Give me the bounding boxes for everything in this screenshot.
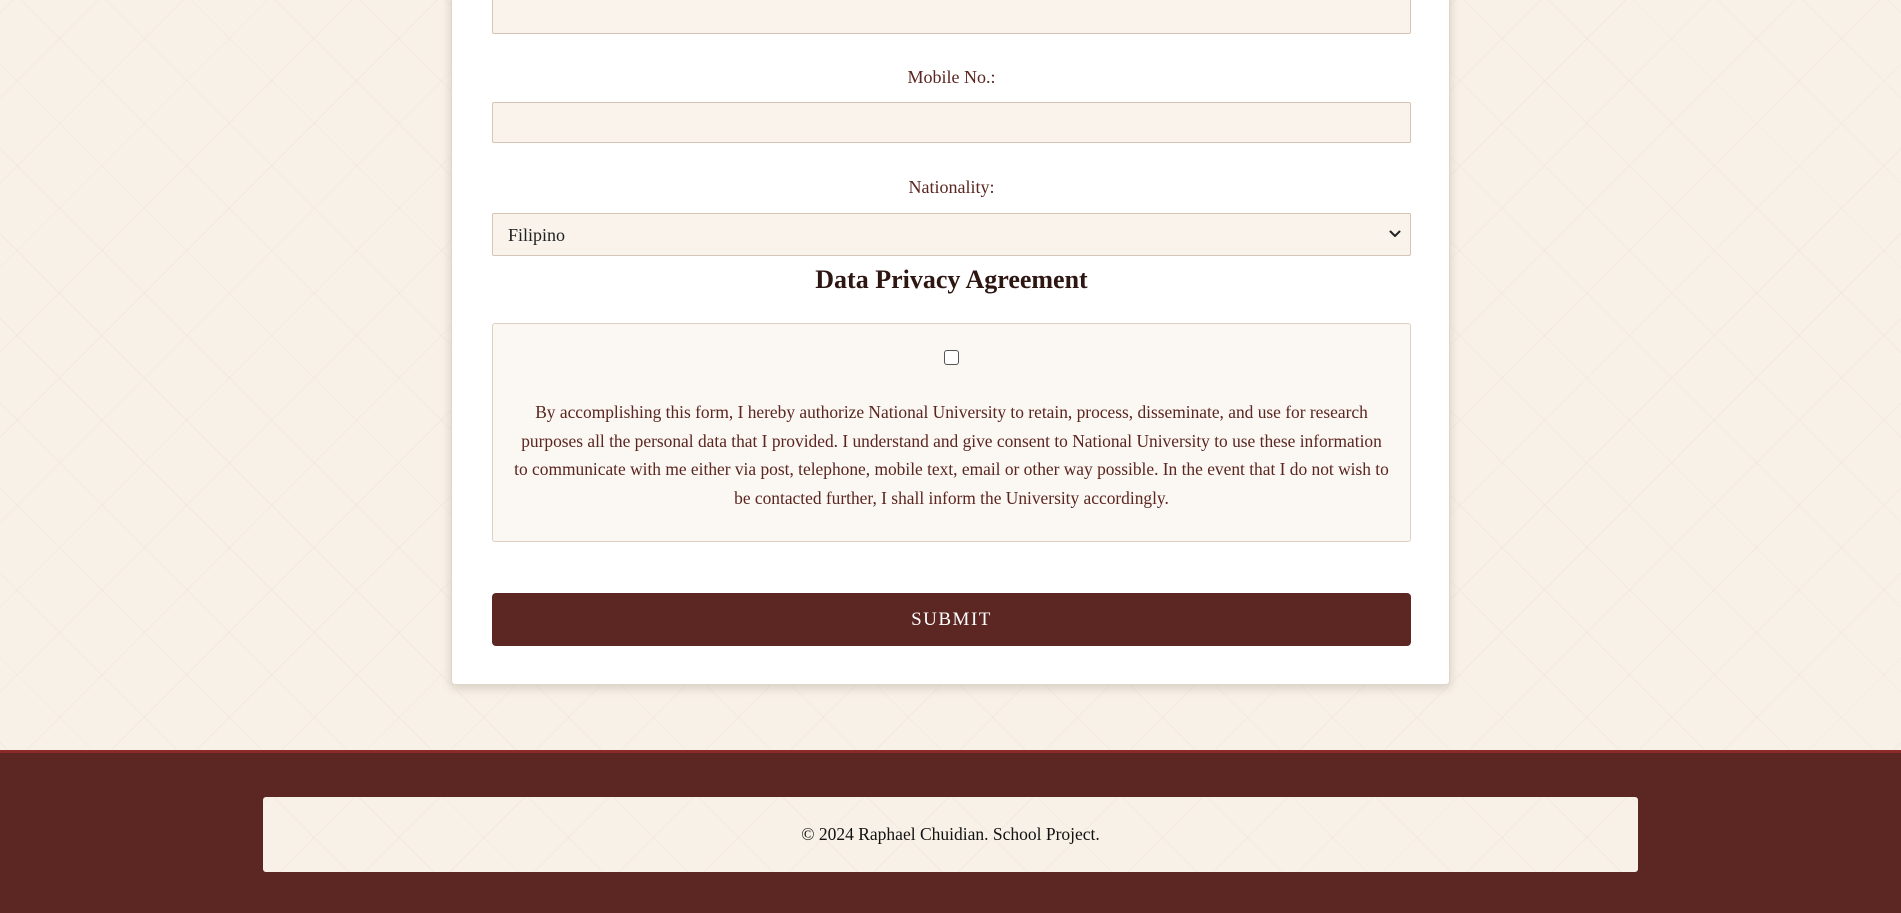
footer-copyright: © 2024 Raphael Chuidian. School Project. <box>263 797 1638 872</box>
nationality-label: Nationality: <box>908 177 995 197</box>
nationality-select[interactable]: Filipino <box>492 213 1411 256</box>
registration-form-card: Mobile No.: Nationality: Filipino Data P… <box>451 0 1450 685</box>
mobile-label: Mobile No.: <box>907 67 996 87</box>
previous-field-input[interactable] <box>492 0 1411 34</box>
nationality-selected-value: Filipino <box>508 225 566 245</box>
submit-button[interactable]: SUBMIT <box>492 593 1411 646</box>
data-privacy-heading: Data Privacy Agreement <box>815 265 1088 294</box>
page-footer: © 2024 Raphael Chuidian. School Project. <box>0 750 1901 913</box>
data-privacy-text: By accomplishing this form, I hereby aut… <box>514 402 1389 508</box>
mobile-input[interactable] <box>492 102 1411 143</box>
chevron-down-icon <box>1389 230 1401 237</box>
data-privacy-box: By accomplishing this form, I hereby aut… <box>492 323 1411 542</box>
privacy-consent-checkbox[interactable] <box>944 350 959 365</box>
